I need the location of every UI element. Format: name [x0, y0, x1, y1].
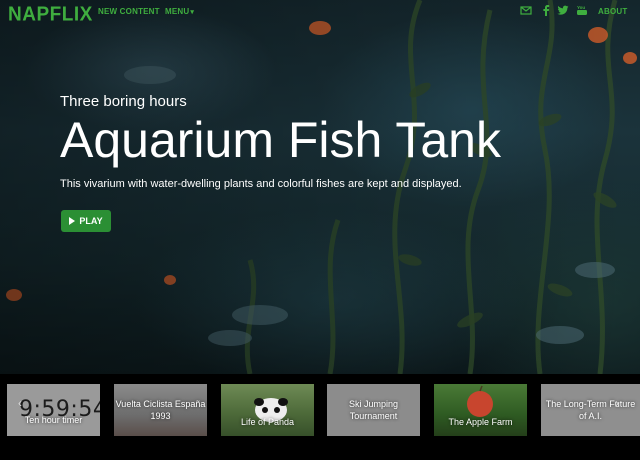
napflix-logo[interactable]: NAPFLIX [8, 3, 93, 26]
play-button-label: PLAY [79, 216, 103, 226]
mail-icon[interactable] [520, 4, 532, 16]
svg-text:You: You [577, 5, 585, 10]
carousel-item-life-of-panda[interactable]: Life of Panda [221, 384, 314, 436]
carousel-item-label: Ski Jumping Tournament [348, 399, 399, 421]
carousel-item-label: The Long-Term Future of A.I. [545, 399, 636, 421]
carousel-item-ten-hour-timer[interactable]: 9:59:54 Ten hour timer [7, 384, 100, 436]
nav-new-content[interactable]: NEW CONTENT [98, 7, 160, 16]
panda-image [254, 398, 288, 422]
chevron-right-icon[interactable]: › [615, 396, 619, 410]
carousel-item-apple-farm[interactable]: The Apple Farm [434, 384, 527, 436]
apple-image [467, 385, 493, 417]
chevron-left-icon[interactable]: ‹ [18, 396, 22, 410]
nav-about[interactable]: ABOUT [598, 7, 627, 16]
carousel-item-ski-jumping[interactable]: Ski Jumping Tournament [327, 384, 420, 436]
facebook-icon[interactable] [540, 4, 552, 16]
carousel-item-label: Life of Panda [240, 417, 295, 427]
carousel-item-label: Ten hour timer [24, 415, 83, 425]
carousel-item-future-of-ai[interactable]: The Long-Term Future of A.I. [541, 384, 640, 436]
chevron-down-icon: ▾ [190, 9, 195, 16]
play-button[interactable]: PLAY [61, 210, 111, 232]
youtube-icon[interactable]: You [576, 4, 588, 16]
carousel-strip: 9:59:54 Ten hour timer Vuelta Ciclista E… [0, 374, 640, 460]
hero-kicker: Three boring hours [60, 93, 187, 110]
nav-menu[interactable]: MENU▾ [165, 7, 194, 16]
nav-menu-label: MENU [165, 7, 190, 16]
top-nav: NAPFLIX NEW CONTENT MENU▾ You ABOUT [0, 0, 640, 26]
carousel-item-label: The Apple Farm [448, 417, 513, 427]
play-icon [69, 217, 76, 225]
twitter-icon[interactable] [557, 4, 569, 16]
hero-title: Aquarium Fish Tank [60, 112, 501, 168]
hero-description: This vivarium with water-dwelling plants… [60, 178, 462, 190]
carousel-item-label: Vuelta Ciclista España 1993 [115, 399, 206, 421]
carousel-item-vuelta-ciclista[interactable]: Vuelta Ciclista España 1993 [114, 384, 207, 436]
